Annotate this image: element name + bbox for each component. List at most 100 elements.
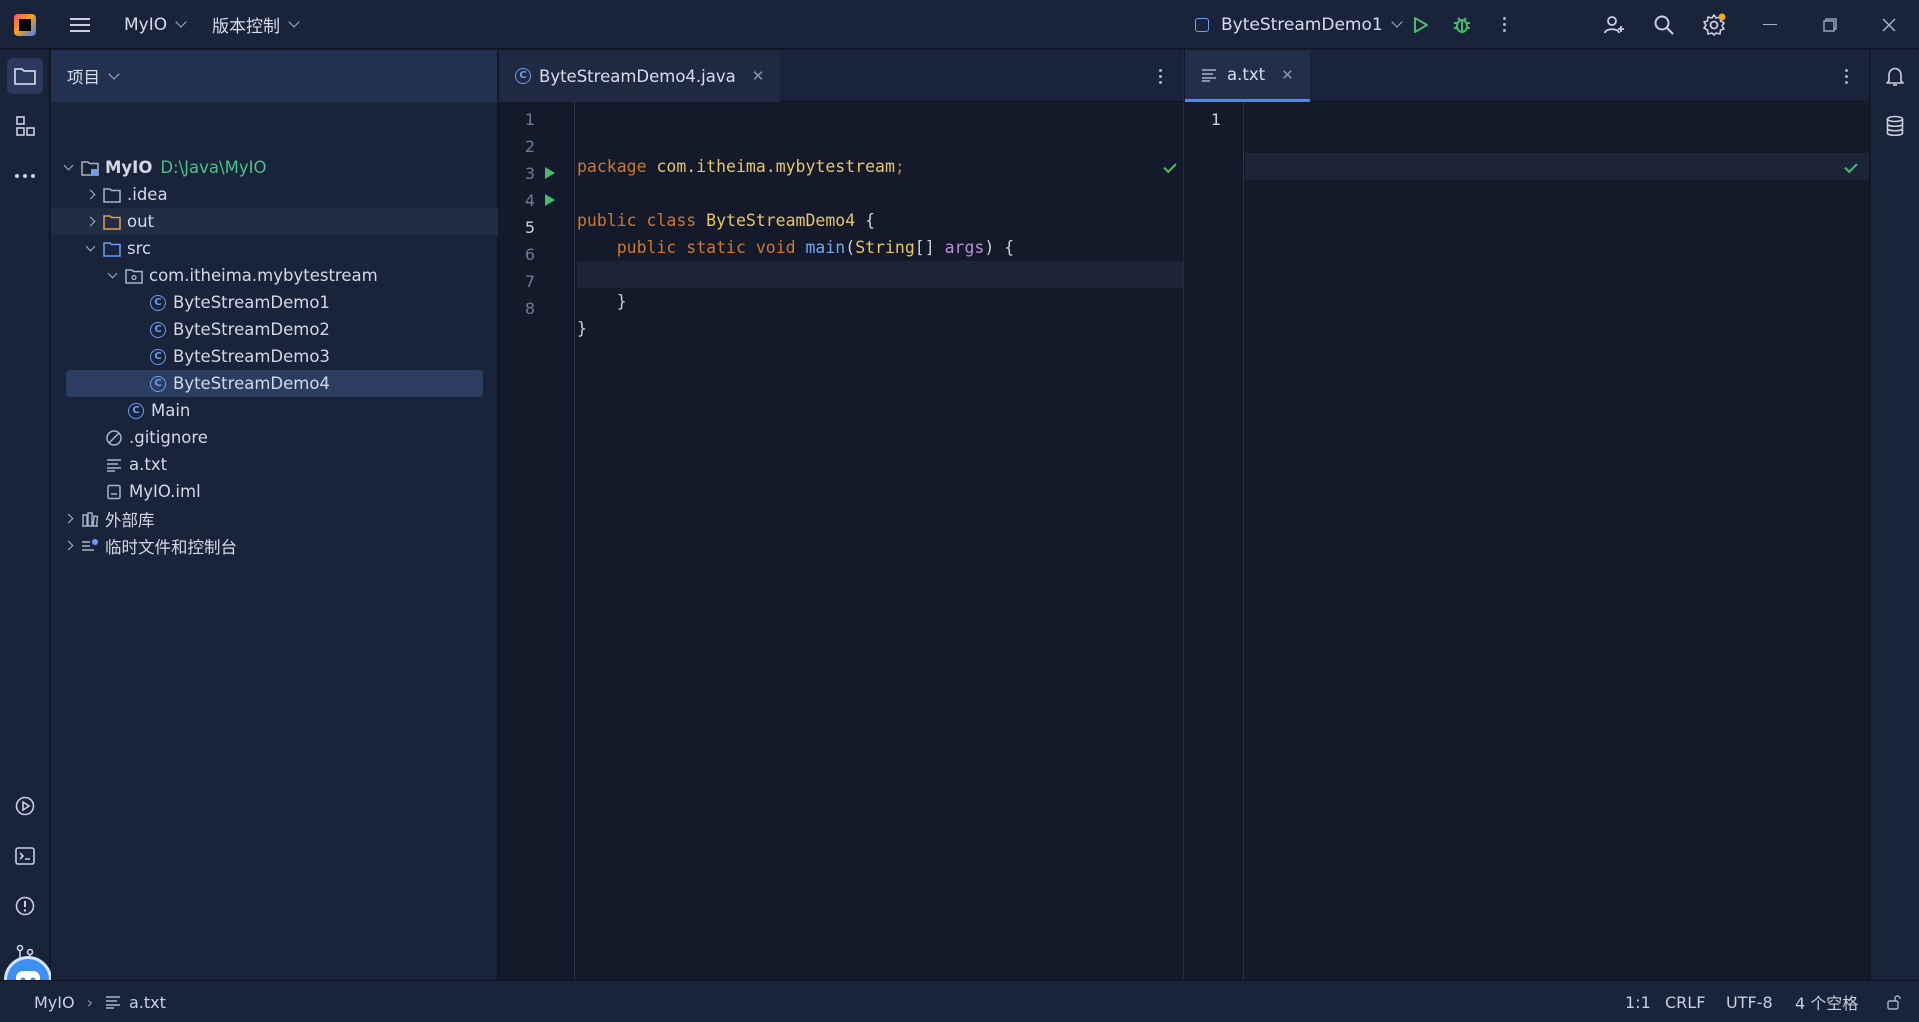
close-tab-icon[interactable]: ✕ (752, 67, 765, 85)
code-line-current (577, 261, 1183, 288)
tree-item-label: ByteStreamDemo3 (173, 347, 330, 366)
minimize-button[interactable] (1763, 0, 1777, 49)
tree-item-label: ByteStreamDemo1 (173, 293, 330, 312)
run-icon (1414, 16, 1428, 33)
tree-item-label: ByteStreamDemo2 (173, 320, 330, 339)
tree-item-package[interactable]: com.itheima.mybytestream (51, 262, 498, 289)
structure-tool-button[interactable] (7, 108, 43, 144)
terminal-tool-button[interactable] (7, 838, 43, 874)
package-icon (125, 267, 143, 285)
app-logo[interactable] (14, 0, 36, 49)
vcs-label: 版本控制 (212, 17, 280, 37)
editor-pane-java: C ByteStreamDemo4.java ✕ 1 2 3 4 5 6 7 8… (499, 50, 1184, 980)
line-gutter: 1 2 3 4 5 6 7 8 (499, 102, 575, 980)
indent-setting[interactable]: 4 个空格 (1795, 981, 1858, 1022)
tree-item-label: out (127, 212, 155, 231)
line-number: 4 (524, 191, 535, 210)
tree-item-gitignore[interactable]: .gitignore (51, 424, 498, 451)
tree-item-class-selected[interactable]: C ByteStreamDemo4 (66, 370, 483, 397)
terminal-icon (15, 847, 35, 865)
database-button[interactable] (1877, 108, 1913, 144)
vcs-menu[interactable]: 版本控制 (212, 0, 300, 49)
project-name: MyIO (124, 14, 168, 35)
code-with-me-button[interactable] (1603, 0, 1625, 49)
java-class-icon: C (515, 68, 531, 84)
tree-item-label: com.itheima.mybytestream (149, 266, 378, 285)
file-encoding[interactable]: UTF-8 (1726, 981, 1773, 1022)
tree-item-idea[interactable]: .idea (51, 181, 498, 208)
tree-item-a-txt[interactable]: a.txt (51, 451, 498, 478)
chevron-down-icon (175, 16, 187, 28)
editor-tabbar: a.txt ✕ (1185, 50, 1869, 102)
tree-item-label: src (127, 239, 152, 258)
breadcrumb-project[interactable]: MyIO (34, 993, 75, 1012)
more-tools-button[interactable] (7, 158, 43, 194)
line-separator[interactable]: CRLF (1665, 981, 1705, 1022)
structure-icon (16, 116, 35, 136)
expand-arrow-icon[interactable] (83, 241, 97, 252)
main-menu-icon[interactable] (70, 0, 90, 49)
caret-position[interactable]: 1:1 (1625, 981, 1651, 1022)
folder-icon (103, 186, 121, 204)
tree-item-myio[interactable]: MyIO D:\Java\MyIO (51, 154, 498, 181)
search-button[interactable] (1653, 0, 1675, 49)
run-gutter-icon[interactable] (545, 167, 555, 179)
code-line: } (577, 292, 627, 311)
restore-button[interactable] (1823, 0, 1837, 49)
problems-tool-button[interactable] (7, 888, 43, 924)
breadcrumb-file[interactable]: a.txt (129, 993, 166, 1012)
java-class-icon: C (149, 321, 167, 339)
run-config-selector[interactable]: ByteStreamDemo1 (1195, 0, 1403, 49)
run-gutter-icon[interactable] (545, 194, 555, 206)
project-switcher[interactable]: MyIO (124, 0, 187, 49)
tree-item-scratches[interactable]: 临时文件和控制台 (51, 532, 498, 559)
bell-icon (1886, 67, 1904, 86)
settings-button[interactable] (1702, 0, 1726, 49)
project-tool-button[interactable] (7, 58, 43, 94)
tab-a-txt[interactable]: a.txt ✕ (1185, 50, 1310, 102)
tab-label: a.txt (1227, 65, 1266, 84)
tree-item-iml[interactable]: MyIO.iml (51, 478, 498, 505)
notifications-button[interactable] (1877, 58, 1913, 94)
tree-item-out[interactable]: out (51, 208, 498, 235)
code-line: public class ByteStreamDemo4 { (577, 211, 876, 230)
tree-item-src[interactable]: src (51, 235, 498, 262)
expand-arrow-icon[interactable] (61, 513, 75, 524)
tree-item-main[interactable]: C Main (51, 397, 498, 424)
close-window-button[interactable] (1882, 0, 1896, 49)
tree-item-class[interactable]: C ByteStreamDemo2 (51, 316, 498, 343)
text-area[interactable] (1245, 102, 1869, 980)
line-number: 2 (524, 137, 535, 156)
code-line: package com.itheima.mybytestream; (577, 157, 905, 176)
line-number: 8 (524, 299, 535, 318)
line-number: 7 (524, 272, 535, 291)
tree-item-class[interactable]: C ByteStreamDemo1 (51, 289, 498, 316)
tree-item-label: .gitignore (129, 428, 208, 447)
debug-button[interactable] (1451, 0, 1473, 49)
tab-bytestreamdemo4-java[interactable]: C ByteStreamDemo4.java ✕ (499, 50, 781, 102)
close-tab-icon[interactable]: ✕ (1281, 66, 1294, 84)
more-vertical-icon[interactable] (1159, 66, 1163, 87)
chevron-down-icon (288, 16, 300, 28)
run-button[interactable] (1410, 0, 1430, 49)
readonly-toggle[interactable] (1886, 981, 1902, 1022)
current-line-highlight (1245, 153, 1869, 180)
expand-arrow-icon[interactable] (83, 189, 97, 200)
tree-item-external-libraries[interactable]: 外部库 (51, 505, 498, 532)
expand-arrow-icon[interactable] (61, 160, 75, 171)
tree-item-label: MyIO.iml (129, 482, 201, 501)
breadcrumb: MyIO › a.txt (34, 981, 166, 1022)
tree-item-class[interactable]: C ByteStreamDemo3 (51, 343, 498, 370)
expand-arrow-icon[interactable] (83, 216, 97, 227)
services-tool-button[interactable] (7, 788, 43, 824)
more-vertical-icon[interactable] (1845, 66, 1849, 87)
more-vertical-icon (1503, 14, 1507, 35)
tree-item-label: MyIO (105, 158, 153, 177)
java-class-icon: C (149, 348, 167, 366)
more-actions-button[interactable] (1503, 0, 1507, 49)
expand-arrow-icon[interactable] (61, 540, 75, 551)
java-class-icon: C (127, 402, 145, 420)
expand-arrow-icon[interactable] (105, 268, 119, 279)
left-tool-strip (0, 50, 52, 1004)
project-panel-header[interactable]: 项目 (51, 50, 497, 102)
